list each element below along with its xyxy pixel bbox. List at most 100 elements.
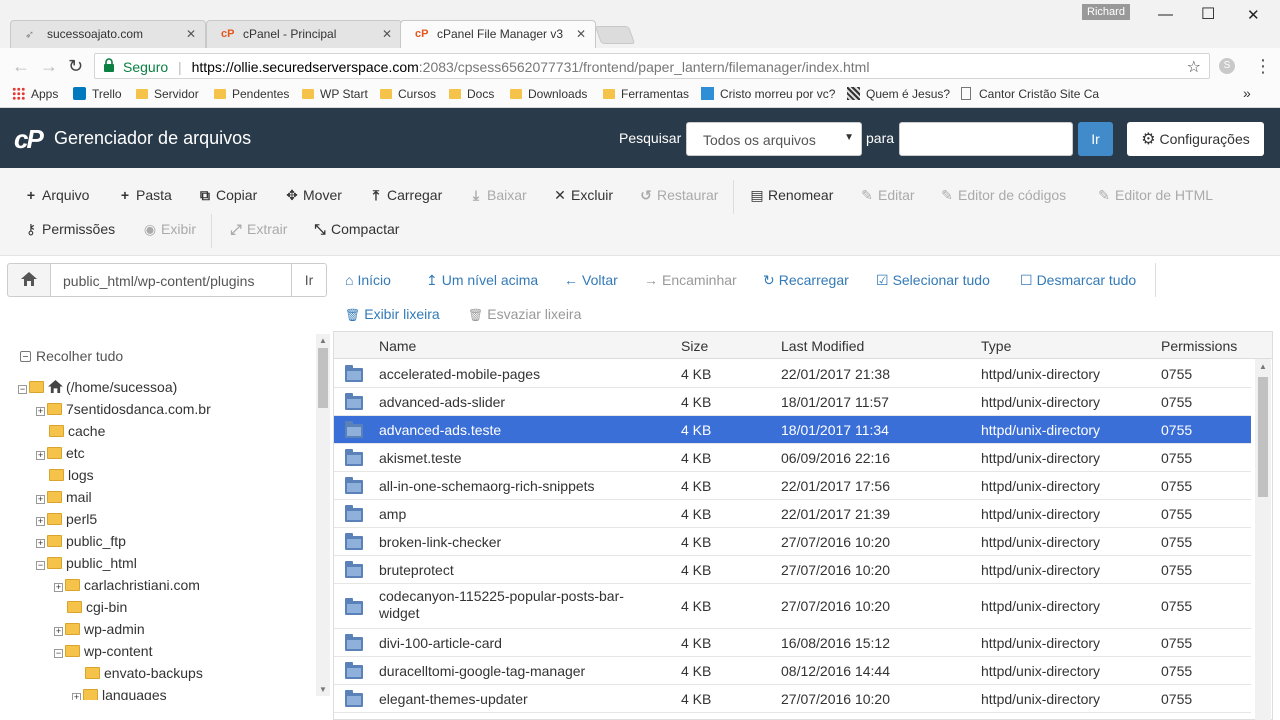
tree-node[interactable]: − public_html (36, 552, 137, 574)
bookmark-wp-start[interactable]: WP Start (302, 87, 368, 101)
copy-button[interactable]: ⧉ Copiar (198, 187, 257, 204)
collapse-icon[interactable]: − (18, 385, 27, 394)
forward-arrow-icon[interactable]: → (40, 56, 58, 77)
column-last-modified[interactable]: Last Modified (781, 338, 864, 354)
home-directory-button[interactable] (7, 263, 51, 297)
empty-trash-button[interactable]: 🗑 Esvaziar lixeira (468, 306, 581, 322)
browser-tab-file-manager[interactable]: cP cPanel File Manager v3 ✕ (400, 20, 596, 48)
table-row[interactable]: all-in-one-schemaorg-rich-snippets 4 KB 22… (334, 472, 1251, 500)
search-scope-select[interactable]: Todos os arquivos ▼ (686, 122, 862, 156)
download-button[interactable]: ⤓ Baixar (469, 187, 527, 204)
back-arrow-icon[interactable]: ← (12, 56, 30, 77)
column-permissions[interactable]: Permissions (1161, 338, 1237, 354)
nav-reload-button[interactable]: ↻ Recarregar (763, 272, 849, 289)
tree-node[interactable]: cache (36, 420, 105, 442)
reload-icon[interactable]: ↻ (68, 56, 83, 77)
bookmark-star-icon[interactable]: ☆ (1187, 57, 1201, 77)
expand-icon[interactable]: + (36, 451, 45, 460)
select-all-button[interactable]: ☑ Selecionar tudo (876, 272, 990, 289)
bookmark-cantor-cristao[interactable]: Cantor Cristão Site Ca (961, 87, 1099, 101)
collapse-all-button[interactable]: Recolher tudo (20, 348, 123, 364)
table-row[interactable]: accelerated-mobile-pages 4 KB 22/01/2017 2… (334, 360, 1251, 388)
skype-icon[interactable]: S (1219, 58, 1235, 74)
bookmark-apps[interactable]: Apps (12, 87, 58, 101)
close-tab-icon[interactable]: ✕ (382, 27, 392, 41)
nav-forward-button[interactable]: → Encaminhar (644, 272, 737, 288)
tree-node[interactable]: envato-backups (72, 662, 203, 684)
table-row[interactable]: elegant-themes-updater 4 KB 27/07/2016 10:… (334, 685, 1251, 713)
move-button[interactable]: ✥ Mover (285, 187, 342, 204)
upload-button[interactable]: ⤒ Carregar (369, 187, 442, 204)
unselect-all-button[interactable]: ☐ Desmarcar tudo (1020, 272, 1136, 289)
close-tab-icon[interactable]: ✕ (576, 27, 586, 41)
bookmark-docs[interactable]: Docs (449, 87, 494, 101)
new-folder-button[interactable]: + Pasta (118, 187, 172, 203)
tree-node[interactable]: − wp-content (54, 640, 152, 662)
new-file-button[interactable]: + Arquivo (24, 187, 90, 203)
tree-node[interactable]: + carlachristiani.com (54, 574, 200, 596)
menu-icon[interactable]: ⋮ (1254, 56, 1272, 77)
view-button[interactable]: ◉ Exibir (143, 221, 196, 238)
expand-icon[interactable]: + (36, 407, 45, 416)
close-window-icon[interactable]: ✕ (1247, 6, 1260, 24)
close-tab-icon[interactable]: ✕ (186, 27, 196, 41)
expand-icon[interactable]: + (36, 517, 45, 526)
collapse-icon[interactable]: − (36, 561, 45, 570)
settings-button[interactable]: ⚙ Configurações (1127, 122, 1264, 156)
expand-icon[interactable]: + (72, 693, 81, 700)
view-trash-button[interactable]: 🗑 Exibir lixeira (345, 306, 440, 322)
compress-button[interactable]: ⤡ Compactar (313, 221, 399, 238)
column-type[interactable]: Type (981, 338, 1011, 354)
bookmark-cursos[interactable]: Cursos (380, 87, 436, 101)
path-go-button[interactable]: Ir (291, 263, 327, 297)
tree-node[interactable]: cgi-bin (54, 596, 127, 618)
column-name[interactable]: Name (379, 338, 416, 354)
tree-node[interactable]: logs (36, 464, 94, 486)
tree-node[interactable]: + mail (36, 486, 92, 508)
table-row[interactable]: advanced-ads.teste 4 KB 18/01/2017 11:34 ht… (334, 416, 1251, 444)
delete-button[interactable]: ✕ Excluir (553, 187, 613, 204)
expand-icon[interactable]: + (36, 539, 45, 548)
bookmark-cristo[interactable]: Cristo morreu por vc? (701, 87, 835, 101)
nav-back-button[interactable]: ← Voltar (564, 272, 618, 288)
expand-icon[interactable]: + (36, 495, 45, 504)
bookmark-downloads[interactable]: Downloads (510, 87, 587, 101)
search-go-button[interactable]: Ir (1078, 122, 1113, 156)
url-field[interactable]: Seguro | https://ollie.securedserverspac… (94, 53, 1210, 79)
tree-node[interactable]: + etc (36, 442, 85, 464)
bookmark-quem-e-jesus[interactable]: Quem é Jesus? (847, 87, 950, 101)
table-scrollbar[interactable]: ▲ (1255, 359, 1271, 720)
html-editor-button[interactable]: ✎ Editor de HTML (1097, 187, 1213, 204)
tree-node[interactable]: + public_ftp (36, 530, 126, 552)
nav-up-button[interactable]: ↥ Um nível acima (426, 272, 538, 289)
tree-node[interactable]: + wp-admin (54, 618, 145, 640)
maximize-icon[interactable]: ☐ (1201, 4, 1215, 24)
table-row[interactable]: divi-100-article-card 4 KB 16/08/2016 15:1… (334, 629, 1251, 657)
edit-button[interactable]: ✎ Editar (860, 187, 914, 204)
browser-tab-sucessoajato[interactable]: ➶ sucessoajato.com ✕ (10, 20, 206, 48)
minimize-icon[interactable]: — (1158, 6, 1173, 23)
column-size[interactable]: Size (681, 338, 708, 354)
cpanel-logo[interactable]: cP (14, 124, 44, 155)
scrollbar-thumb[interactable] (1258, 377, 1268, 497)
table-row[interactable]: bruteprotect 4 KB 27/07/2016 10:20 httpd/un… (334, 556, 1251, 584)
browser-tab-cpanel-principal[interactable]: cP cPanel - Principal ✕ (206, 20, 402, 48)
table-row[interactable]: duracelltomi-google-tag-manager 4 KB 08/12… (334, 657, 1251, 685)
table-row[interactable]: amp 4 KB 22/01/2017 21:39 httpd/unix-direct… (334, 500, 1251, 528)
table-row[interactable]: codecanyon-115225-popular-posts-bar-widg… (334, 584, 1251, 629)
tree-node[interactable]: +7sentidosdanca.com.br (36, 398, 211, 420)
table-row[interactable]: advanced-ads-slider 4 KB 18/01/2017 11:57 h… (334, 388, 1251, 416)
expand-icon[interactable]: + (54, 627, 63, 636)
table-row[interactable]: akismet.teste 4 KB 06/09/2016 22:16 httpd/u… (334, 444, 1251, 472)
restore-button[interactable]: ↺ Restaurar (639, 187, 718, 204)
profile-badge[interactable]: Richard (1082, 4, 1130, 20)
new-tab-button[interactable] (594, 26, 636, 44)
table-row[interactable]: broken-link-checker 4 KB 27/07/2016 10:20 h… (334, 528, 1251, 556)
tree-node[interactable]: − (/home/sucessoa) (18, 376, 177, 398)
rename-button[interactable]: ▤ Renomear (750, 187, 833, 204)
path-input[interactable]: public_html/wp-content/plugins (50, 263, 292, 297)
search-input[interactable] (899, 122, 1073, 156)
bookmark-pendentes[interactable]: Pendentes (214, 87, 289, 101)
code-editor-button[interactable]: ✎ Editor de códigos (940, 187, 1066, 204)
bookmark-ferramentas[interactable]: Ferramentas (603, 87, 689, 101)
